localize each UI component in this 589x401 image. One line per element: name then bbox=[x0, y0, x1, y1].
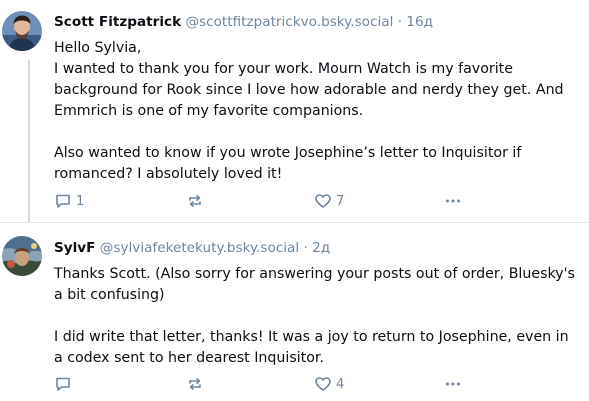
post-age[interactable]: 2д bbox=[312, 240, 330, 256]
separator-dot: · bbox=[303, 240, 308, 256]
avatar-photo-icon bbox=[2, 11, 42, 51]
more-dots-icon bbox=[446, 199, 460, 203]
separator-dot: · bbox=[397, 14, 403, 30]
post-paragraph: Also wanted to know if you wrote Josephi… bbox=[54, 145, 522, 182]
avatar[interactable] bbox=[2, 236, 42, 276]
author-name[interactable]: SylvF bbox=[54, 240, 95, 256]
repost-arrows-icon bbox=[189, 195, 201, 207]
like-count: 4 bbox=[336, 376, 345, 392]
repost-button[interactable] bbox=[186, 374, 208, 394]
author-handle[interactable]: @sylviafeketekuty.bsky.social bbox=[100, 240, 299, 256]
like-button[interactable]: 7 bbox=[314, 191, 344, 211]
post-actions: 1 7 bbox=[54, 191, 474, 211]
post-age[interactable]: 16д bbox=[406, 14, 433, 30]
speech-bubble-icon bbox=[56, 194, 70, 208]
avatar-artwork-icon bbox=[2, 236, 42, 276]
avatar[interactable] bbox=[2, 11, 42, 51]
more-options-button[interactable] bbox=[444, 374, 462, 394]
author-name[interactable]: Scott Fitzpatrick bbox=[54, 14, 181, 30]
speech-bubble-icon bbox=[56, 377, 70, 391]
post-paragraph: I did write that letter, thanks! It was … bbox=[54, 329, 569, 366]
reply-count: 1 bbox=[76, 193, 85, 209]
post-paragraph: Thanks Scott. (Also sorry for answering … bbox=[54, 266, 575, 303]
reply-button[interactable] bbox=[54, 374, 76, 394]
more-options-button[interactable] bbox=[444, 191, 462, 211]
post-paragraph: Hello Sylvia, I wanted to thank you for … bbox=[54, 40, 564, 119]
post-header: Scott Fitzpatrick @scottfitzpatrickvo.bs… bbox=[54, 13, 433, 31]
reply-button[interactable]: 1 bbox=[54, 191, 84, 211]
post-text: Thanks Scott. (Also sorry for answering … bbox=[54, 264, 581, 369]
repost-arrows-icon bbox=[189, 378, 201, 390]
heart-outline-icon bbox=[315, 377, 331, 391]
post-text: Hello Sylvia, I wanted to thank you for … bbox=[54, 38, 581, 185]
heart-outline-icon bbox=[315, 194, 331, 208]
repost-button[interactable] bbox=[186, 191, 208, 211]
like-count: 7 bbox=[336, 193, 345, 209]
author-handle[interactable]: @scottfitzpatrickvo.bsky.social bbox=[185, 14, 393, 30]
post-sylvf[interactable]: SylvF @sylviafeketekuty.bsky.social · 2д… bbox=[0, 222, 589, 401]
post-scott-fitzpatrick[interactable]: Scott Fitzpatrick @scottfitzpatrickvo.bs… bbox=[0, 0, 589, 222]
post-actions: 4 bbox=[54, 374, 474, 394]
post-header: SylvF @sylviafeketekuty.bsky.social · 2д bbox=[54, 239, 330, 257]
like-button[interactable]: 4 bbox=[314, 374, 344, 394]
more-dots-icon bbox=[446, 382, 460, 386]
